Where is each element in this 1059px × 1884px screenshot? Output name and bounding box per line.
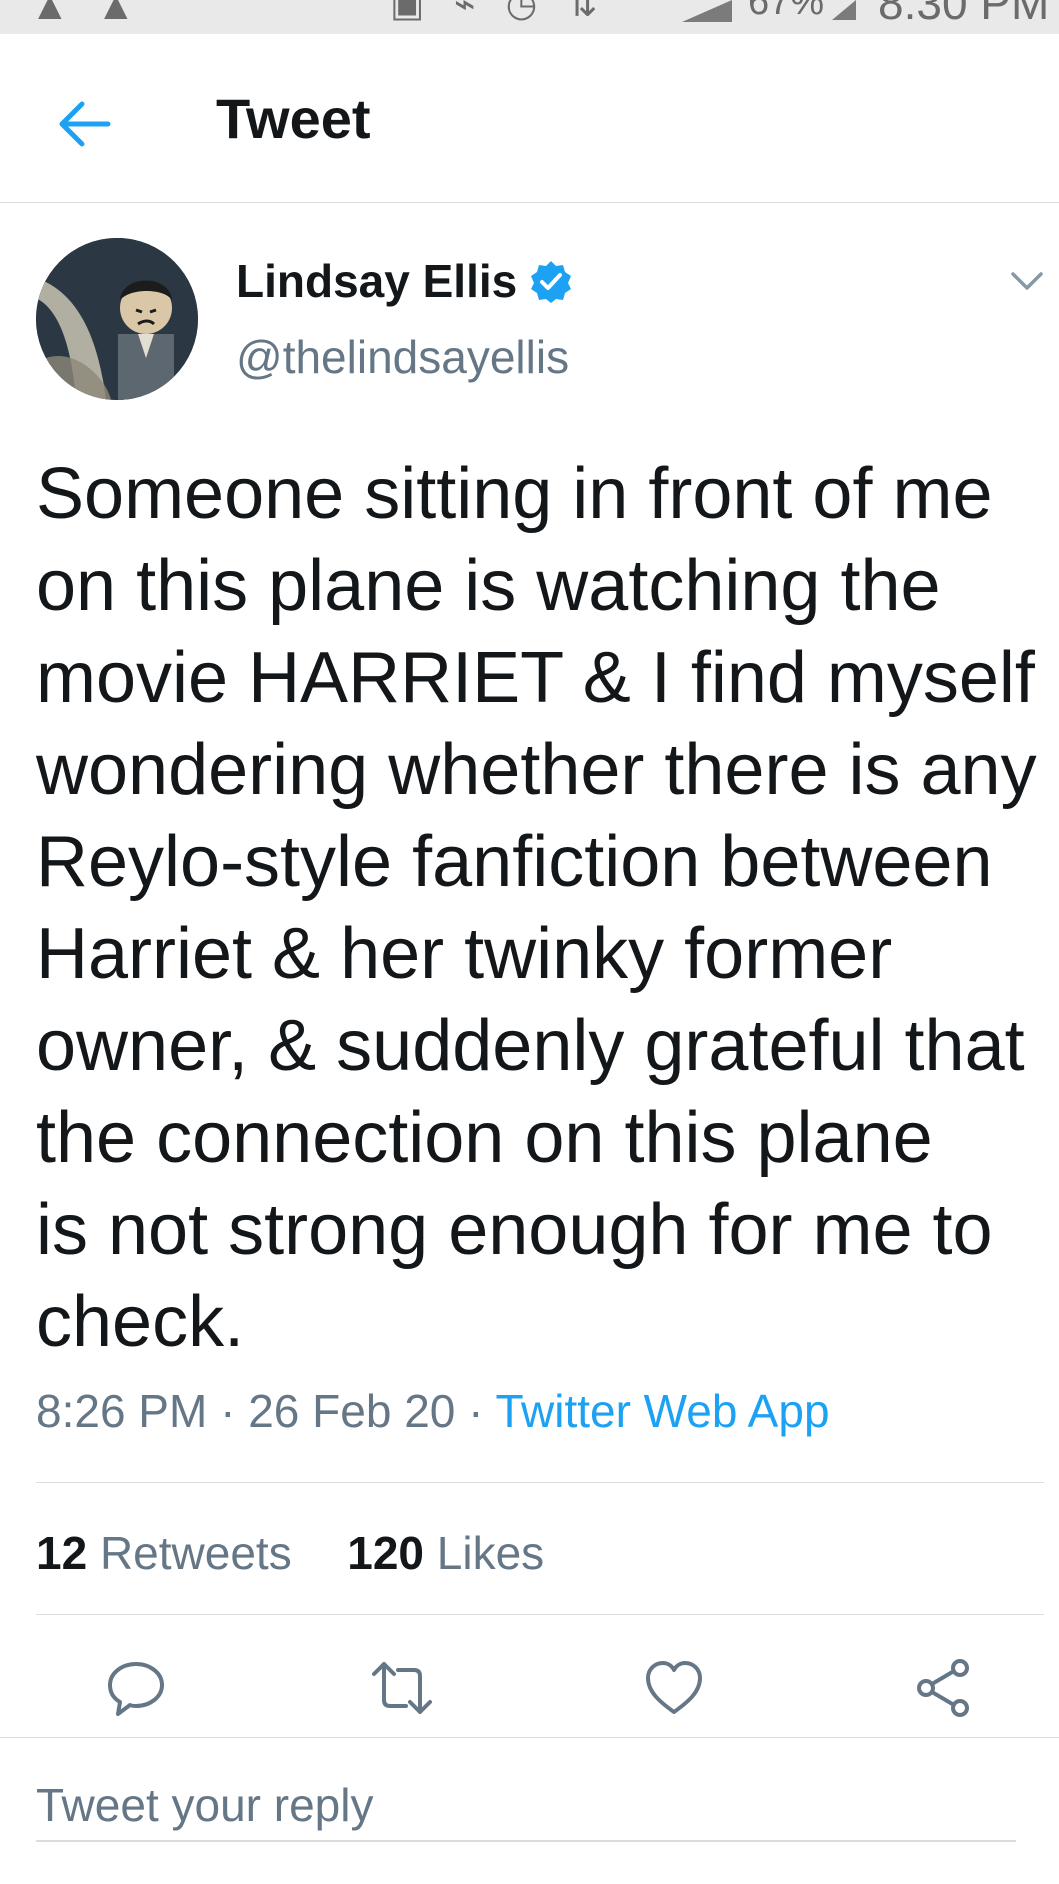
avatar[interactable] <box>36 238 198 400</box>
tweet-text-line: check. <box>36 1282 245 1362</box>
system-icons: ▣ ⌁ ◷ ⇅ <box>390 0 608 24</box>
tweet-text-line: wondering whether there is any <box>36 730 1037 810</box>
share-icon[interactable] <box>912 1656 976 1720</box>
page-title: Tweet <box>216 87 371 150</box>
likes-label: Likes <box>436 1527 545 1579</box>
like-icon[interactable] <box>642 1656 706 1720</box>
divider <box>36 1482 1044 1483</box>
tweet-text-line: is not strong enough for me to <box>36 1190 993 1270</box>
chevron-down-icon[interactable] <box>1010 268 1044 294</box>
like-count: 120 <box>347 1527 425 1579</box>
avatar-image <box>36 238 198 400</box>
divider <box>36 1614 1044 1615</box>
tweet-text-line: Harriet & her twinky former <box>36 914 893 994</box>
retweets-stat[interactable]: 12 Retweets <box>36 1527 292 1579</box>
tweet-stats: 12 Retweets 120 Likes <box>36 1526 544 1580</box>
tweet-text-line: the connection on this plane <box>36 1098 933 1178</box>
tweet-text-line: on this plane is watching the <box>36 546 941 626</box>
verified-badge-icon <box>531 261 572 303</box>
meta-separator: · <box>468 1385 496 1437</box>
author-handle: @thelindsayellis <box>236 331 570 383</box>
status-time: 8:30 PM <box>878 0 1050 29</box>
tweet-source-link[interactable]: Twitter Web App <box>495 1385 829 1437</box>
warning-icon: ▲ <box>96 0 136 28</box>
meta-separator: · <box>220 1385 249 1437</box>
battery-percent: 67% <box>748 0 825 23</box>
signal-icon <box>682 0 732 22</box>
warning-icon: ▲ <box>30 0 70 28</box>
tweet-meta: 8:26 PM · 26 Feb 20 · Twitter Web App <box>36 1384 830 1438</box>
retweet-icon[interactable] <box>370 1656 434 1720</box>
reply-icon[interactable] <box>104 1656 168 1720</box>
retweets-label: Retweets <box>99 1527 292 1579</box>
author-display-name: Lindsay Ellis <box>236 255 518 307</box>
tweet-date: 26 Feb 20 <box>248 1385 456 1437</box>
reply-input[interactable] <box>36 1770 1016 1842</box>
tweet-text-line: movie HARRIET & I find myself <box>36 638 1035 718</box>
tweet-text: Someone sitting in front of me on this p… <box>36 448 1037 1368</box>
author-name-row[interactable]: Lindsay Ellis <box>236 254 573 308</box>
retweet-count: 12 <box>36 1527 88 1579</box>
tweet-time: 8:26 PM <box>36 1385 208 1437</box>
top-app-bar: Tweet <box>0 34 1059 203</box>
reply-bar <box>0 1737 1059 1884</box>
tweet-text-line: owner, & suddenly grateful that <box>36 1006 1025 1086</box>
tweet-text-line: Reylo-style fanfiction between <box>36 822 993 902</box>
back-arrow-icon[interactable] <box>52 92 116 156</box>
status-bar: ▲ ▲ ▣ ⌁ ◷ ⇅ 67% 8:30 PM <box>0 0 1059 34</box>
likes-stat[interactable]: 120 Likes <box>347 1527 544 1579</box>
battery-icon <box>832 0 856 20</box>
tweet-text-line: Someone sitting in front of me <box>36 454 993 534</box>
